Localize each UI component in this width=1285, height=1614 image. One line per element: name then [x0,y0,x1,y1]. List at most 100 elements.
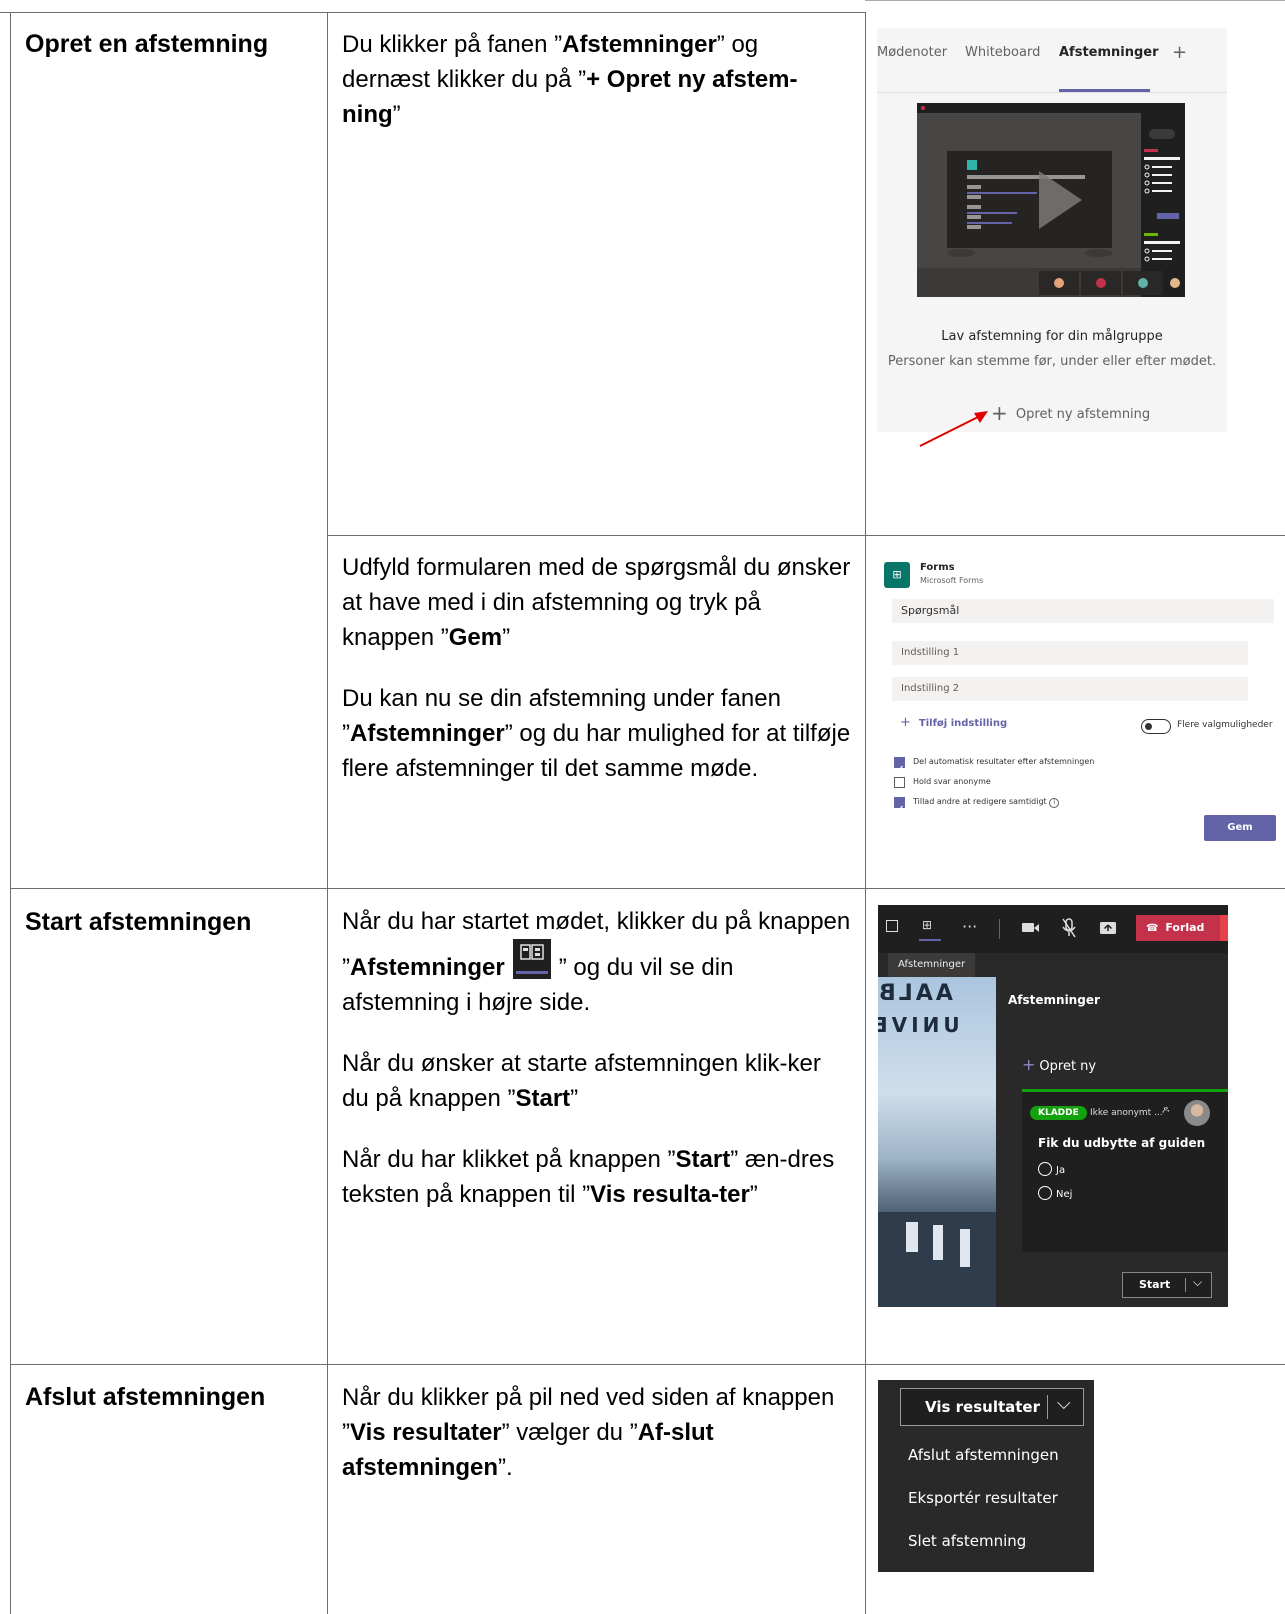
tab-bar: Mødenoter Whiteboard Afstemninger + [877,42,1227,85]
bold-text: Afstemninger [350,720,505,747]
table-top-right [865,0,1285,1]
row1-inner-divider [327,535,1285,536]
save-button[interactable]: Gem [1204,815,1276,841]
polls-icon[interactable]: ⊞ [922,918,940,934]
show-results-button[interactable]: Vis resultater ⌵ [900,1388,1084,1426]
more-options-icon[interactable]: ··· [962,917,977,936]
leave-label: Forlad [1165,921,1205,934]
plus-icon: + [1022,1055,1036,1074]
text: ” [749,1181,758,1208]
tab-whiteboard[interactable]: Whiteboard [965,45,1040,60]
people-icon: ዶ [1162,1105,1170,1116]
menu-item-end-poll[interactable]: Afslut afstemningen [908,1446,1059,1464]
share-screen-icon[interactable] [1099,921,1117,935]
co-edit-text: Tillad andre at redigere samtidigt [913,797,1047,806]
text: ” vælger du ” [501,1419,638,1446]
split-divider [1047,1395,1048,1419]
create-new-poll-button[interactable]: + Opret ny [1022,1055,1096,1074]
tab-add[interactable]: + [1172,42,1187,63]
add-option-button[interactable]: + Tilføj indstilling [900,715,1007,730]
step-end-poll-text: Når du klikker på pil ned ved siden af k… [342,1380,852,1511]
chevron-down-icon[interactable]: ⌵ [1193,1275,1202,1290]
start-label: Start [1139,1278,1171,1291]
tab-meeting-notes[interactable]: Mødenoter [877,45,947,60]
text: Udfyld formularen med de spørgsmål du øn… [342,554,851,651]
anonymous-label: Hold svar anonyme [913,777,991,786]
polls-panel: Afstemninger + Opret ny KLADDE Ikke anony… [996,953,1228,1307]
auto-share-checkbox[interactable] [894,757,905,772]
leave-button[interactable]: ☎ Forlad [1136,915,1220,941]
anonymous-checkbox[interactable] [894,777,905,788]
bold-text: Start [515,1085,571,1112]
document-page: Opret en afstemning Du klikker på fanen … [0,0,1285,1614]
create-new-label: Opret ny [1039,1059,1097,1074]
create-poll-button[interactable]: + Opret ny afstemning [991,401,1150,425]
table-border-top [0,12,865,13]
screenshot-forms-dialog: ⊞ Forms Microsoft Forms Spørgsmål Indsti… [878,553,1280,843]
building-sign-2: UNIVE [878,1013,960,1037]
layout-icon[interactable] [886,920,898,932]
bold-text: Vis resulta-ter [590,1181,750,1208]
text: Når du har klikket på knappen ” [342,1146,676,1173]
bold-text: Start [675,1146,731,1173]
red-arrow-icon [919,411,988,447]
caption-title: Lav afstemning for din målgruppe [941,329,1163,344]
building-windows [906,1222,918,1252]
text: ” [502,624,511,651]
meeting-toolbar: ⊞ ··· ☎ Forlad [878,905,1228,953]
option-2-input[interactable]: Indstilling 2 [892,677,1248,701]
radio-icon [1038,1162,1052,1176]
forms-app-icon: ⊞ [884,562,910,588]
auto-share-label: Del automatisk resultater efter afstemni… [913,757,1095,766]
info-icon: i [1049,798,1060,808]
draft-badge: KLADDE [1030,1106,1087,1120]
polls-panel-title: Afstemninger [1008,993,1100,1007]
screenshot-results-menu: Vis resultater ⌵ Afslut afstemningen Eks… [878,1380,1094,1572]
radio-icon [1038,1186,1052,1200]
answer-option-yes[interactable]: Ja [1038,1162,1065,1176]
bold-text: Gem [448,624,503,651]
tab-polls[interactable]: Afstemninger [1059,45,1159,60]
answer-option-no[interactable]: Nej [1038,1186,1072,1200]
chevron-down-icon[interactable]: ⌵ [1057,1393,1071,1414]
results-dropdown-menu: Afslut afstemningen Eksportér resultater… [878,1436,1094,1572]
anonymity-label: Ikke anonymt ... [1090,1108,1163,1118]
heading-start-poll: Start afstemningen [25,908,252,936]
forms-app-subtitle: Microsoft Forms [920,576,984,585]
plus-icon: + [900,715,911,730]
caption-subtitle: Personer kan stemme før, under eller eft… [887,354,1217,369]
option-1-input[interactable]: Indstilling 1 [892,641,1248,665]
avatar [1184,1100,1210,1126]
table-divider-col2 [865,12,866,1614]
phone-hangup-icon: ☎ [1146,923,1159,934]
building-windows [960,1229,970,1267]
tab-bar-border [877,92,1227,93]
question-input[interactable]: Spørgsmål [892,599,1274,623]
row2-divider [10,1364,1285,1365]
toolbar-edge [1220,915,1228,941]
building-windows [933,1225,943,1260]
menu-item-delete-poll[interactable]: Slet afstemning [908,1532,1026,1550]
polls-tooltip: Afstemninger [888,953,976,977]
bold-text: Vis resultater [350,1419,502,1446]
bold-text: Afstemninger [350,954,505,981]
text: ”. [498,1454,513,1481]
co-edit-checkbox[interactable] [894,797,905,812]
forms-app-name: Forms [920,562,955,573]
menu-item-export-results[interactable]: Eksportér resultater [908,1489,1058,1507]
building-sign-1: AALB [878,981,953,1006]
screenshot-polls-tab: Mødenoter Whiteboard Afstemninger + Lav … [877,28,1227,432]
start-button[interactable]: Start ⌵ [1122,1272,1212,1298]
multi-choice-toggle[interactable] [1141,719,1171,734]
create-poll-label: Opret ny afstemning [1015,407,1151,422]
check-icon [896,805,903,812]
meeting-illustration [917,103,1185,297]
step-create-poll-text: Du klikker på fanen ”Afstemninger” og de… [342,27,852,158]
meeting-illustration-icon [917,103,1185,297]
co-edit-label: Tillad andre at redigere samtidigt i [913,797,1060,808]
polls-active-indicator [919,939,941,941]
microphone-muted-icon[interactable] [1062,918,1076,938]
text: Du klikker på fanen ” [342,31,563,58]
poll-card: KLADDE Ikke anonymt ... ዶ Fik du udbytte… [1022,1089,1228,1307]
camera-icon[interactable] [1022,923,1034,932]
